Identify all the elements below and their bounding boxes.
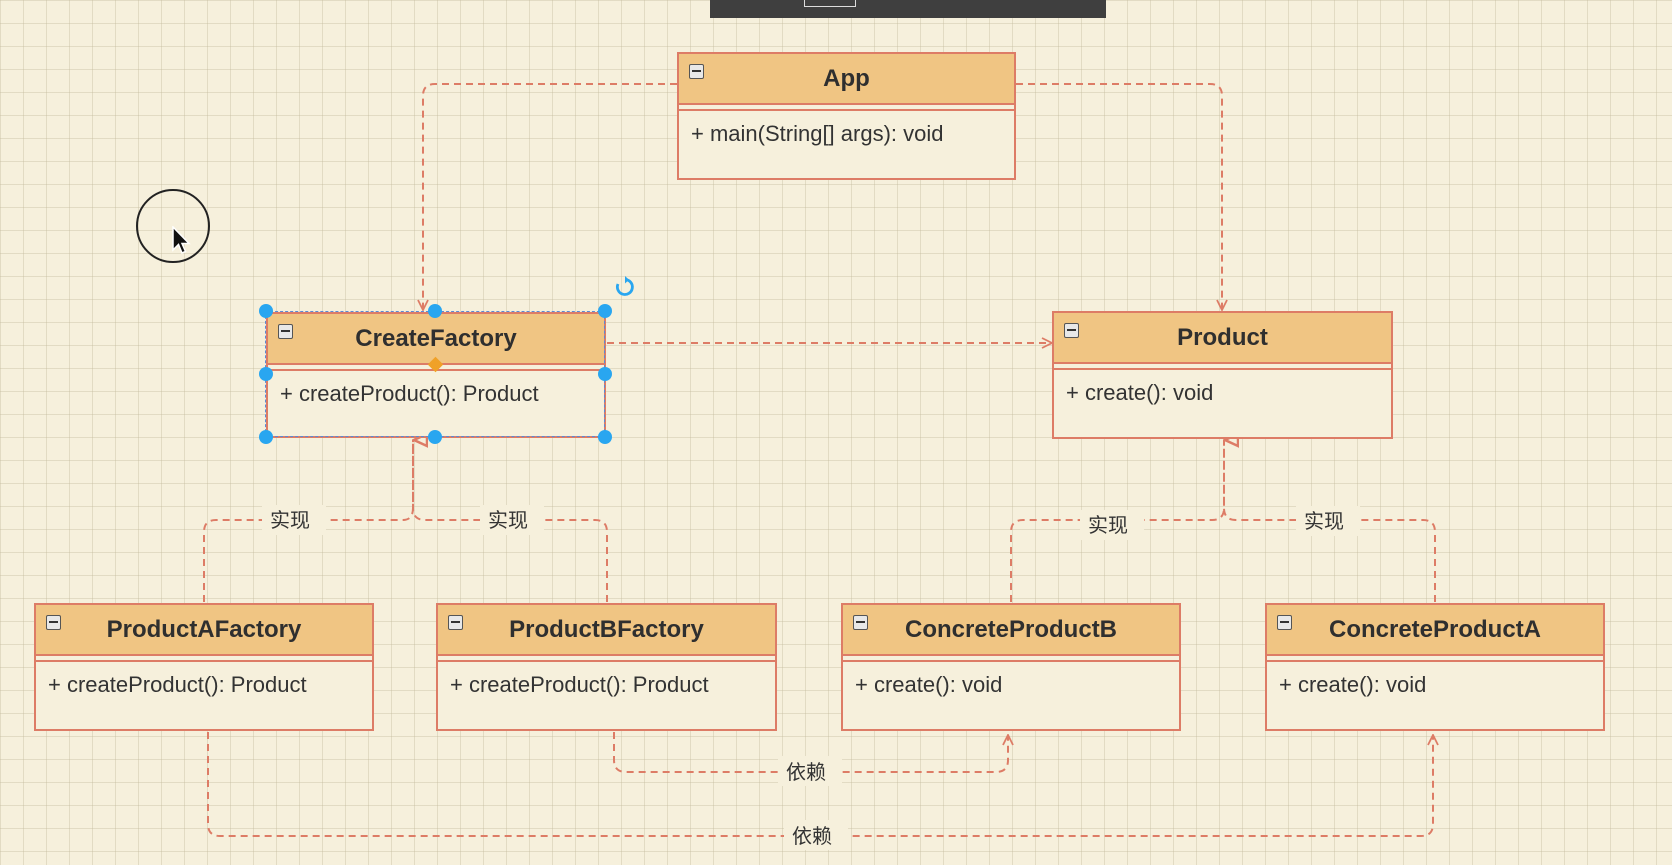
class-name: App [823, 64, 870, 92]
resize-handle-nw[interactable] [259, 304, 273, 318]
class-name: ConcreteProductA [1328, 615, 1542, 643]
resize-handle-n[interactable] [428, 304, 442, 318]
class-method: + createProduct(): Product [280, 381, 539, 406]
collapse-icon[interactable] [278, 324, 293, 339]
edge-label-implements-a-factory: 实现 [270, 508, 310, 532]
edge-label-depends-b: 依赖 [786, 760, 826, 784]
class-concreteproductb[interactable]: ConcreteProductB + create(): void [841, 603, 1181, 731]
edge-label-implements-concrete-b: 实现 [1088, 513, 1128, 537]
class-method: + create(): void [855, 672, 1003, 697]
class-name: Product [1177, 323, 1268, 351]
collapse-icon[interactable] [689, 64, 704, 79]
resize-handle-se[interactable] [598, 430, 612, 444]
edge-label-depends-a: 依赖 [792, 824, 832, 848]
collapse-icon[interactable] [448, 615, 463, 630]
resize-handle-ne[interactable] [598, 304, 612, 318]
cursor-arrow-icon [172, 226, 191, 254]
class-createfactory[interactable]: CreateFactory + createProduct(): Product [266, 312, 606, 438]
edge-app-to-createfactory [423, 83, 677, 310]
rotate-icon[interactable] [614, 276, 636, 298]
class-method: + create(): void [1066, 380, 1214, 405]
edge-app-to-product [1016, 83, 1222, 310]
class-concreteproducta[interactable]: ConcreteProductA + create(): void [1265, 603, 1605, 731]
class-method: + createProduct(): Product [48, 672, 307, 697]
collapse-icon[interactable] [1064, 323, 1079, 338]
class-name: ProductBFactory [509, 615, 704, 643]
edge-label-implements-concrete-a: 实现 [1304, 509, 1344, 533]
resize-handle-sw[interactable] [259, 430, 273, 444]
class-name: CreateFactory [355, 324, 517, 352]
collapse-icon[interactable] [853, 615, 868, 630]
class-productafactory[interactable]: ProductAFactory + createProduct(): Produ… [34, 603, 374, 731]
class-method: + main(String[] args): void [691, 121, 944, 146]
class-name: ConcreteProductB [904, 615, 1118, 643]
class-productbfactory[interactable]: ProductBFactory + createProduct(): Produ… [436, 603, 777, 731]
collapse-icon[interactable] [46, 615, 61, 630]
class-name: ProductAFactory [106, 615, 302, 643]
resize-handle-w[interactable] [259, 367, 273, 381]
resize-handle-e[interactable] [598, 367, 612, 381]
collapse-icon[interactable] [1277, 615, 1292, 630]
class-method: + create(): void [1279, 672, 1427, 697]
edge-label-implements-b-factory: 实现 [488, 508, 528, 532]
resize-handle-s[interactable] [428, 430, 442, 444]
class-product[interactable]: Product + create(): void [1052, 311, 1393, 439]
class-method: + createProduct(): Product [450, 672, 709, 697]
class-app[interactable]: App + main(String[] args): void [677, 52, 1016, 180]
